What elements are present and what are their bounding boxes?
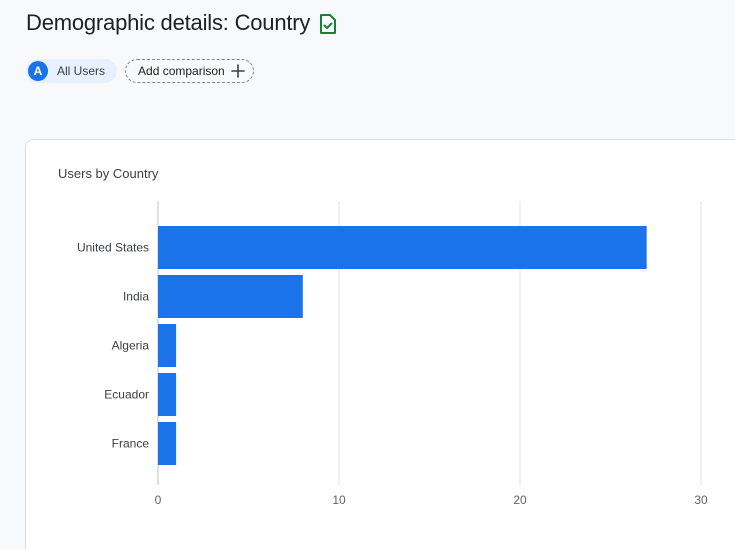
x-tick-label: 20: [513, 493, 527, 507]
verified-document-icon[interactable]: [318, 13, 338, 35]
x-tick-label: 30: [694, 493, 708, 507]
bar-ecuador[interactable]: [158, 373, 177, 416]
category-label: Algeria: [112, 339, 150, 353]
x-tick-label: 10: [332, 493, 346, 507]
category-label: Ecuador: [104, 388, 149, 402]
category-label: United States: [77, 241, 149, 255]
users-by-country-chart: 0 10 20 30 United States India Algeria Ecuador F…: [77, 201, 708, 507]
segment-avatar: A: [28, 61, 48, 81]
plus-icon: [230, 64, 245, 78]
add-comparison-label: Add comparison: [138, 64, 225, 78]
segment-label: All Users: [57, 64, 106, 78]
comparison-chips: A All Users Add comparison: [26, 59, 254, 83]
bar-algeria[interactable]: [158, 324, 177, 367]
category-label: India: [123, 290, 149, 304]
users-by-country-card: Users by Country 0 10 20 30 United States Ind…: [25, 139, 735, 549]
title-row: Demographic details: Country: [26, 10, 338, 36]
bar-india[interactable]: [158, 275, 303, 318]
page-title: Demographic details: Country: [26, 10, 311, 35]
segment-chip-all-users[interactable]: A All Users: [26, 59, 118, 83]
x-tick-label: 0: [155, 493, 162, 507]
category-label: France: [112, 437, 150, 451]
bar-france[interactable]: [158, 422, 177, 465]
add-comparison-button[interactable]: Add comparison: [125, 59, 254, 83]
bar-united-states[interactable]: [158, 226, 647, 269]
page: Demographic details: Country A All Users…: [0, 0, 735, 549]
